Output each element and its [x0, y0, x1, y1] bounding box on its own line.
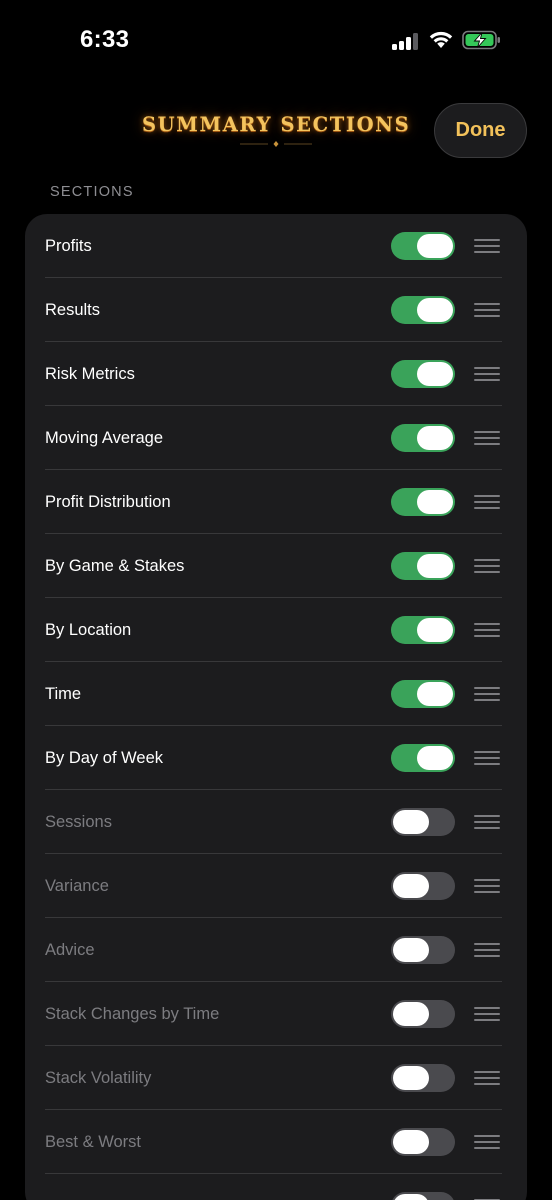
- section-toggle[interactable]: [391, 744, 455, 772]
- section-toggle[interactable]: [391, 808, 455, 836]
- list-item: Best & Worst: [25, 1110, 527, 1174]
- reorder-handle-icon[interactable]: [474, 815, 500, 829]
- page-title: SUMMARY SECTIONS: [142, 113, 411, 136]
- toggle-knob: [393, 810, 429, 834]
- toggle-knob: [393, 938, 429, 962]
- list-item: Advice: [25, 918, 527, 982]
- section-toggle[interactable]: [391, 296, 455, 324]
- section-toggle[interactable]: [391, 552, 455, 580]
- toggle-knob: [417, 490, 453, 514]
- section-toggle[interactable]: [391, 232, 455, 260]
- status-time: 6:33: [80, 26, 130, 53]
- section-label: Risk Metrics: [45, 365, 135, 383]
- section-label: Moving Average: [45, 429, 164, 447]
- toggle-knob: [393, 1130, 429, 1154]
- section-label: Stack Changes by Time: [45, 1005, 220, 1023]
- section-toggle[interactable]: [391, 424, 455, 452]
- section-toggle[interactable]: [391, 1064, 455, 1092]
- toggle-knob: [417, 746, 453, 770]
- screen: 6:33 SUMMARY SECTIONS Done SECTIONS Prof…: [0, 0, 552, 1200]
- list-item: Stack Changes by Time: [25, 982, 527, 1046]
- toggle-knob: [393, 1002, 429, 1026]
- reorder-handle-icon[interactable]: [474, 1135, 500, 1149]
- section-label: Profits: [45, 237, 92, 255]
- reorder-handle-icon[interactable]: [474, 367, 500, 381]
- reorder-handle-icon[interactable]: [474, 559, 500, 573]
- done-button[interactable]: Done: [434, 103, 527, 158]
- reorder-handle-icon[interactable]: [474, 431, 500, 445]
- list-item: Sessions: [25, 790, 527, 854]
- list-item: Time: [25, 662, 527, 726]
- reorder-handle-icon[interactable]: [474, 303, 500, 317]
- list-item: Profit Distribution: [25, 470, 527, 534]
- section-toggle[interactable]: [391, 680, 455, 708]
- reorder-handle-icon[interactable]: [474, 1007, 500, 1021]
- battery-charging-icon: [462, 30, 500, 50]
- section-toggle[interactable]: [391, 616, 455, 644]
- reorder-handle-icon[interactable]: [474, 751, 500, 765]
- list-item: [25, 1174, 527, 1200]
- list-item: Stack Volatility: [25, 1046, 527, 1110]
- toggle-knob: [417, 682, 453, 706]
- list-item: Risk Metrics: [25, 342, 527, 406]
- toggle-knob: [417, 426, 453, 450]
- section-label: Sessions: [45, 813, 112, 831]
- wifi-icon: [429, 31, 453, 48]
- reorder-handle-icon[interactable]: [474, 1071, 500, 1085]
- section-toggle[interactable]: [391, 1000, 455, 1028]
- cellular-signal-icon: [392, 32, 420, 50]
- section-header: SECTIONS: [50, 184, 134, 200]
- list-item: By Game & Stakes: [25, 534, 527, 598]
- section-label: Advice: [45, 941, 95, 959]
- list-item: By Location: [25, 598, 527, 662]
- section-label: Time: [45, 685, 82, 703]
- section-toggle[interactable]: [391, 1128, 455, 1156]
- section-label: Variance: [45, 877, 109, 895]
- section-label: Profit Distribution: [45, 493, 171, 511]
- section-toggle[interactable]: [391, 872, 455, 900]
- section-label: By Location: [45, 621, 132, 639]
- status-bar: 6:33: [0, 0, 552, 80]
- title-ornament-icon: [240, 141, 312, 147]
- list-item: By Day of Week: [25, 726, 527, 790]
- section-label: Best & Worst: [45, 1133, 141, 1151]
- section-label: Stack Volatility: [45, 1069, 152, 1087]
- section-toggle[interactable]: [391, 488, 455, 516]
- list-item: Results: [25, 278, 527, 342]
- reorder-handle-icon[interactable]: [474, 495, 500, 509]
- section-label: By Game & Stakes: [45, 557, 185, 575]
- section-toggle[interactable]: [391, 1192, 455, 1200]
- reorder-handle-icon[interactable]: [474, 623, 500, 637]
- section-label: Results: [45, 301, 101, 319]
- toggle-knob: [393, 874, 429, 898]
- toggle-knob: [417, 234, 453, 258]
- section-label: By Day of Week: [45, 749, 163, 767]
- section-toggle[interactable]: [391, 936, 455, 964]
- reorder-handle-icon[interactable]: [474, 687, 500, 701]
- toggle-knob: [393, 1066, 429, 1090]
- list-item: Profits: [25, 214, 527, 278]
- sections-list: Profits Results Risk Metrics Moving Aver…: [25, 214, 527, 1200]
- toggle-knob: [417, 362, 453, 386]
- reorder-handle-icon[interactable]: [474, 943, 500, 957]
- toggle-knob: [417, 554, 453, 578]
- section-toggle[interactable]: [391, 360, 455, 388]
- reorder-handle-icon[interactable]: [474, 239, 500, 253]
- nav-header: SUMMARY SECTIONS Done: [0, 95, 552, 165]
- toggle-knob: [417, 298, 453, 322]
- reorder-handle-icon[interactable]: [474, 879, 500, 893]
- toggle-knob: [393, 1194, 429, 1200]
- list-item: Variance: [25, 854, 527, 918]
- toggle-knob: [417, 618, 453, 642]
- list-item: Moving Average: [25, 406, 527, 470]
